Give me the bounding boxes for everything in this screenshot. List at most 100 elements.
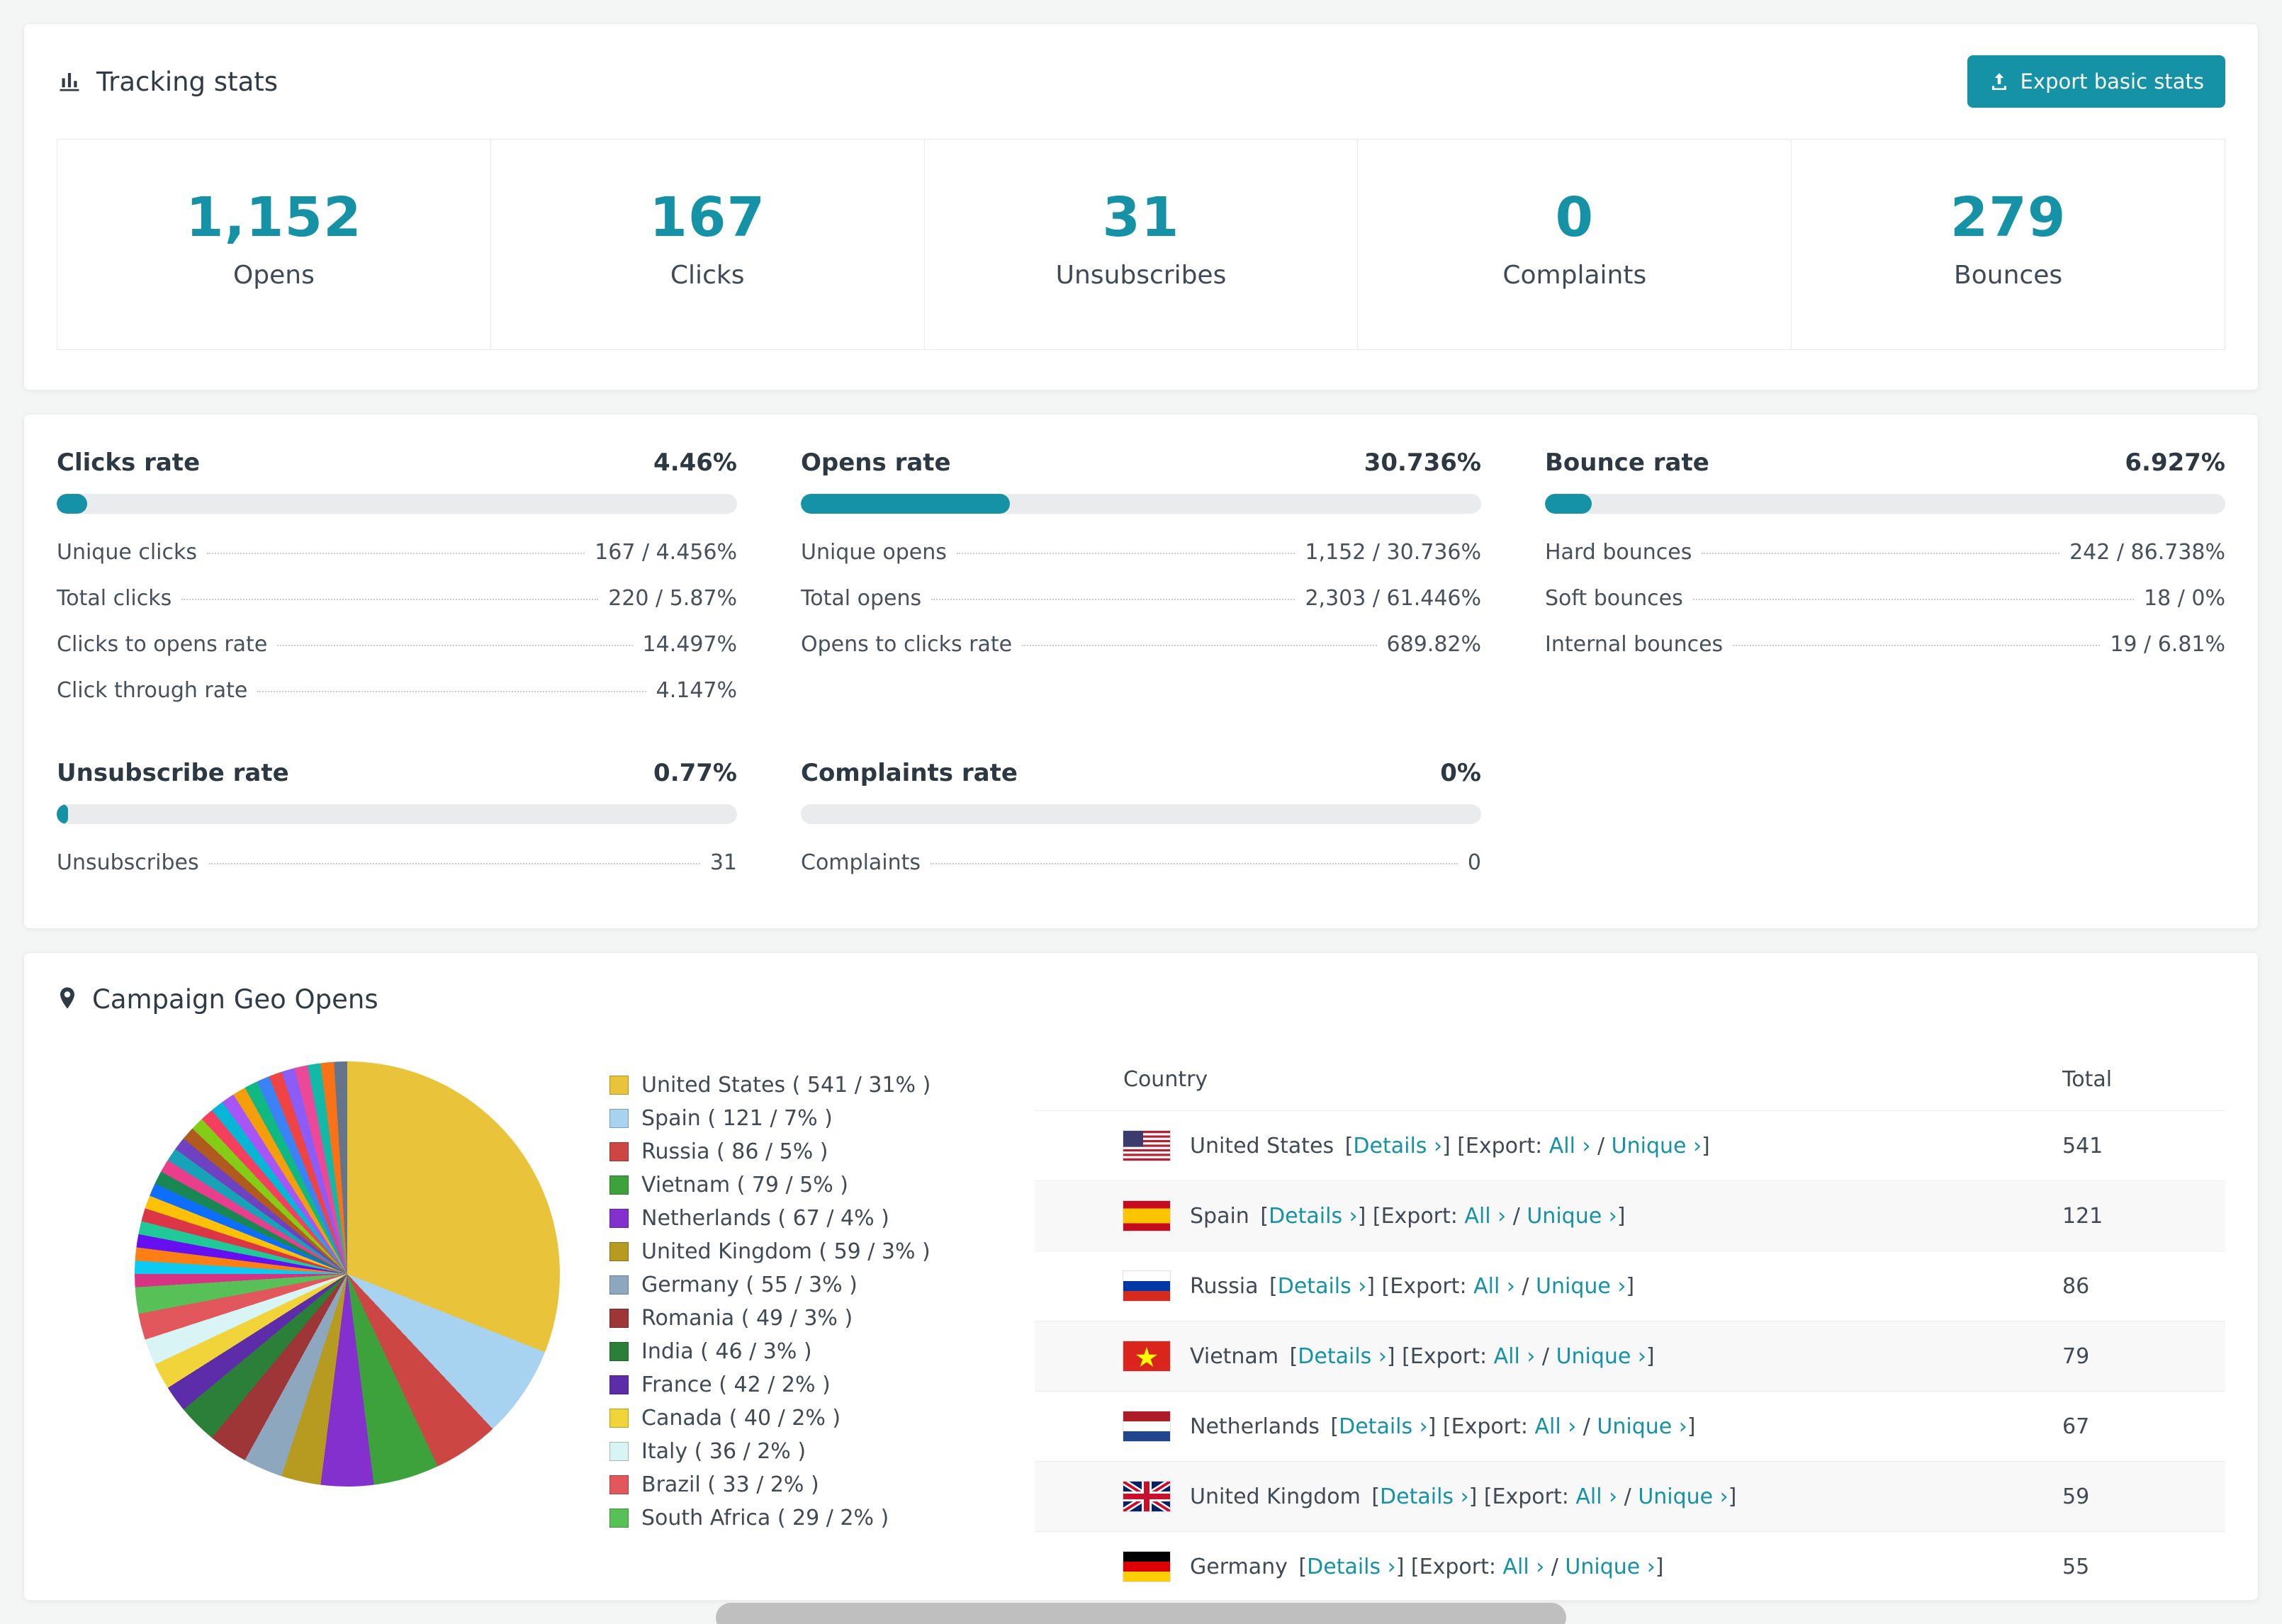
- geo-opens-title: Campaign Geo Opens: [57, 984, 378, 1015]
- rate-detail-label: Soft bounces: [1545, 586, 1683, 611]
- bracket-text: ]: [1687, 1414, 1696, 1439]
- country-name: Netherlands: [1190, 1414, 1320, 1439]
- export-unique-link[interactable]: Unique ›: [1612, 1134, 1702, 1158]
- bracket-text: [: [1262, 1273, 1278, 1299]
- rate-head: Bounce rate 6.927%: [1545, 449, 2225, 477]
- export-all-link[interactable]: All ›: [1534, 1414, 1576, 1439]
- export-all-link[interactable]: All ›: [1549, 1134, 1591, 1158]
- stat-box-opens: 1,152 Opens: [57, 140, 490, 349]
- flag-gb-icon: [1123, 1482, 1170, 1511]
- stat-box-bounces: 279 Bounces: [1791, 140, 2225, 349]
- rate-title: Unsubscribe rate: [57, 759, 289, 787]
- export-all-link[interactable]: All ›: [1473, 1274, 1515, 1299]
- rate-detail-row: Complaints 0: [801, 840, 1481, 886]
- geo-table-row: United States [Details ›] [Export: All ›…: [1035, 1110, 2225, 1180]
- legend-label: Germany ( 55 / 3% ): [641, 1273, 858, 1297]
- rate-detail-value: 242 / 86.738%: [2069, 540, 2225, 565]
- export-unique-link[interactable]: Unique ›: [1638, 1484, 1728, 1509]
- rate-detail-label: Internal bounces: [1545, 632, 1724, 657]
- details-link[interactable]: Details ›: [1307, 1555, 1396, 1579]
- export-unique-link[interactable]: Unique ›: [1536, 1274, 1626, 1299]
- rate-detail-value: 19 / 6.81%: [2110, 632, 2225, 657]
- details-link[interactable]: Details ›: [1278, 1274, 1367, 1299]
- export-all-link[interactable]: All ›: [1575, 1484, 1617, 1509]
- export-unique-link[interactable]: Unique ›: [1527, 1204, 1617, 1229]
- bracket-text: ] [Export:: [1427, 1414, 1535, 1439]
- legend-item: Brazil ( 33 / 2% ): [609, 1468, 1035, 1501]
- legend-label: Vietnam ( 79 / 5% ): [641, 1173, 849, 1197]
- geo-pie-chart: [135, 1061, 560, 1487]
- geo-opens-header: Campaign Geo Opens: [57, 984, 2225, 1015]
- dotted-leader: [931, 599, 1295, 600]
- export-icon: [1989, 71, 2010, 92]
- geo-table-header-row: Country Total: [1035, 1050, 2225, 1110]
- rate-detail-value: 18 / 0%: [2144, 586, 2225, 611]
- stats-row: 1,152 Opens 167 Clicks 31 Unsubscribes 0…: [57, 139, 2225, 350]
- rate-head: Clicks rate 4.46%: [57, 449, 737, 477]
- legend-swatch: [609, 1442, 629, 1461]
- details-link[interactable]: Details ›: [1298, 1344, 1387, 1369]
- dotted-leader: [1022, 645, 1377, 646]
- bracket-text: ] [Export:: [1441, 1133, 1549, 1158]
- legend-swatch: [609, 1342, 629, 1361]
- legend-item: Canada ( 40 / 2% ): [609, 1402, 1035, 1435]
- bracket-text: [: [1338, 1133, 1354, 1158]
- export-basic-stats-label: Export basic stats: [2020, 69, 2204, 94]
- legend-label: Spain ( 121 / 7% ): [641, 1106, 833, 1131]
- flag-de-icon: [1123, 1552, 1170, 1581]
- export-basic-stats-button[interactable]: Export basic stats: [1967, 55, 2225, 108]
- country-name: Russia: [1190, 1273, 1259, 1299]
- geo-pie-wrap: [135, 1061, 560, 1487]
- rate-value: 6.927%: [2125, 449, 2225, 477]
- legend-label: India ( 46 / 3% ): [641, 1339, 812, 1364]
- rate-progress-fill: [801, 494, 1011, 514]
- rate-detail-row: Soft bounces 18 / 0%: [1545, 575, 2225, 621]
- rate-head: Unsubscribe rate 0.77%: [57, 759, 737, 787]
- legend-item: Vietnam ( 79 / 5% ): [609, 1168, 1035, 1202]
- dotted-leader: [257, 691, 646, 692]
- geo-legend: United States ( 541 / 31% ) Spain ( 121 …: [609, 1068, 1035, 1535]
- geo-table: Country Total United States [Details ›] …: [1035, 1050, 2225, 1600]
- legend-label: Russia ( 86 / 5% ): [641, 1139, 828, 1164]
- legend-label: United Kingdom ( 59 / 3% ): [641, 1239, 931, 1264]
- legend-label: France ( 42 / 2% ): [641, 1372, 831, 1397]
- bracket-text: ] [Export:: [1366, 1273, 1474, 1299]
- export-all-link[interactable]: All ›: [1494, 1344, 1536, 1369]
- details-link[interactable]: Details ›: [1339, 1414, 1428, 1439]
- legend-swatch: [609, 1375, 629, 1394]
- geo-table-row: Vietnam [Details ›] [Export: All › / Uni…: [1035, 1321, 2225, 1391]
- export-unique-link[interactable]: Unique ›: [1556, 1344, 1646, 1369]
- details-link[interactable]: Details ›: [1380, 1484, 1469, 1509]
- rate-progress-track: [57, 494, 737, 514]
- dotted-leader: [1692, 599, 2135, 600]
- bracket-text: [: [1323, 1414, 1339, 1439]
- export-all-link[interactable]: All ›: [1502, 1555, 1544, 1579]
- country-total: 121: [2062, 1203, 2103, 1229]
- rates-card: Clicks rate 4.46% Unique clicks 167 / 4.…: [23, 414, 2259, 929]
- stat-box-clicks: 167 Clicks: [490, 140, 924, 349]
- bracket-text: ]: [1728, 1484, 1737, 1509]
- rate-detail-row: Unique opens 1,152 / 30.736%: [801, 529, 1481, 575]
- details-link[interactable]: Details ›: [1353, 1134, 1442, 1158]
- rate-title: Complaints rate: [801, 759, 1018, 787]
- legend-item: United Kingdom ( 59 / 3% ): [609, 1235, 1035, 1268]
- legend-label: Canada ( 40 / 2% ): [641, 1406, 841, 1431]
- export-unique-link[interactable]: Unique ›: [1565, 1555, 1655, 1579]
- country-total: 541: [2062, 1133, 2103, 1158]
- flag-nl-icon: [1123, 1411, 1170, 1441]
- rate-detail-value: 689.82%: [1386, 632, 1481, 657]
- export-unique-link[interactable]: Unique ›: [1597, 1414, 1687, 1439]
- geo-table-row: Netherlands [Details ›] [Export: All › /…: [1035, 1391, 2225, 1461]
- details-link[interactable]: Details ›: [1269, 1204, 1358, 1229]
- dotted-leader: [207, 553, 585, 554]
- rate-detail-row: Clicks to opens rate 14.497%: [57, 621, 737, 667]
- export-all-link[interactable]: All ›: [1464, 1204, 1506, 1229]
- dotted-leader: [931, 863, 1458, 864]
- separator-text: /: [1590, 1133, 1612, 1158]
- bracket-text: [: [1283, 1343, 1298, 1369]
- bracket-text: ] [Export:: [1386, 1343, 1494, 1369]
- dotted-leader: [181, 599, 599, 600]
- rate-value: 0%: [1440, 759, 1481, 787]
- bracket-text: ] [Export:: [1357, 1203, 1465, 1229]
- horizontal-scrollbar-thumb[interactable]: [716, 1603, 1566, 1624]
